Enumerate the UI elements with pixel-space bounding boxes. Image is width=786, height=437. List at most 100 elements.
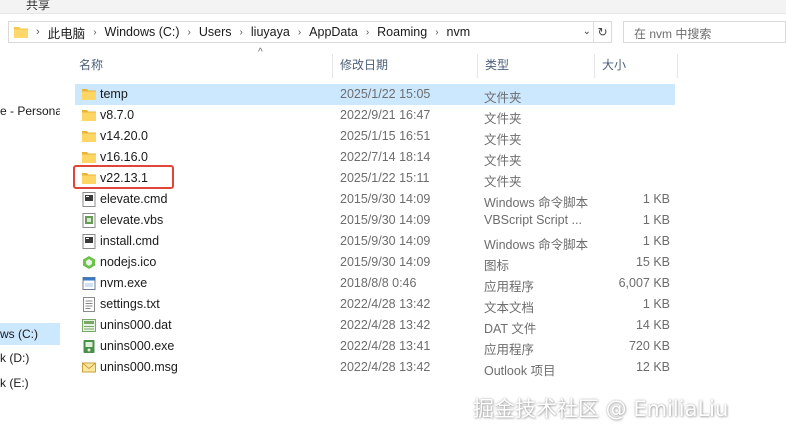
file-row[interactable]: v8.7.0 2022/9/21 16:47 文件夹 (75, 105, 675, 126)
file-size: 15 KB (635, 255, 670, 269)
file-date: 2025/1/15 16:51 (340, 129, 431, 143)
file-date: 2015/9/30 14:09 (340, 255, 431, 269)
file-size: 1 KB (642, 297, 670, 311)
column-headers: ^ 名称 修改日期 类型 大小 (60, 47, 786, 78)
file-date: 2015/9/30 14:09 (340, 213, 431, 227)
column-header-size[interactable]: 大小 (595, 52, 677, 78)
file-date: 2022/4/28 13:42 (340, 360, 431, 374)
nav-item-drive-e[interactable]: k (E:) (0, 372, 60, 394)
refresh-icon[interactable]: ↻ (593, 22, 611, 42)
file-type: 文件夹 (484, 91, 522, 105)
file-name: nvm.exe (100, 276, 148, 290)
file-date: 2022/7/14 18:14 (340, 150, 431, 164)
cmd-file-icon (82, 234, 96, 249)
file-size: 12 KB (635, 360, 670, 374)
breadcrumb-label: 此电脑 (47, 26, 86, 41)
file-name: elevate.cmd (100, 192, 168, 206)
file-date: 2022/4/28 13:42 (340, 318, 431, 332)
exe-file-icon (82, 276, 96, 291)
dat-file-icon (82, 318, 96, 333)
file-size: 1 KB (642, 192, 670, 206)
nav-item-personal[interactable]: e - Persona (0, 100, 60, 122)
file-type: 图标 (484, 259, 510, 273)
breadcrumb-label: AppData (309, 25, 358, 39)
file-date: 2015/9/30 14:09 (340, 234, 431, 248)
file-type: 文件夹 (484, 154, 522, 168)
file-row[interactable]: elevate.vbs 2015/9/30 14:09 VBScript Scrip… (75, 210, 675, 231)
file-row[interactable]: v14.20.0 2025/1/15 16:51 文件夹 (75, 126, 675, 147)
file-date: 2025/1/22 15:05 (340, 87, 431, 101)
file-size: 1 KB (642, 234, 670, 248)
file-type: 应用程序 (484, 280, 535, 294)
file-type: VBScript Script ... (484, 213, 582, 227)
file-row[interactable]: unins000.dat 2022/4/28 13:42 DAT 文件 14 KB (75, 315, 675, 336)
highlight-annotation (73, 165, 174, 189)
breadcrumb-label: Windows (C:) (104, 25, 180, 39)
watermark: 掘金技术社区 @ EmiliaLiu (473, 397, 729, 421)
search-input[interactable]: 在 nvm 中搜索 (623, 21, 786, 43)
text-file-icon (82, 297, 96, 312)
file-name: unins000.dat (100, 318, 172, 332)
breadcrumb-users[interactable]: Users › (191, 25, 243, 39)
file-row[interactable]: unins000.exe 2022/4/28 13:41 应用程序 720 KB (75, 336, 675, 357)
file-name: v14.20.0 (100, 129, 148, 143)
address-bar[interactable]: › 此电脑 › Windows (C:) › Users › liuyaya › App… (8, 21, 612, 43)
file-name: elevate.vbs (100, 213, 164, 227)
file-type: 文件夹 (484, 175, 522, 189)
file-name: unins000.exe (100, 339, 175, 353)
column-header-date[interactable]: 修改日期 (333, 52, 477, 78)
file-size: 14 KB (635, 318, 670, 332)
navigation-pane: e - Persona ws (C:) k (D:) k (E:) (0, 52, 60, 437)
breadcrumb-nvm[interactable]: nvm (439, 25, 479, 39)
breadcrumb-this-pc[interactable]: 此电脑 › (40, 23, 97, 42)
column-divider[interactable] (677, 54, 678, 78)
file-date: 2022/9/21 16:47 (340, 108, 431, 122)
file-name: v8.7.0 (100, 108, 135, 122)
chevron-down-icon[interactable]: ⌄ (583, 26, 591, 37)
file-name: v16.16.0 (100, 150, 148, 164)
file-row[interactable]: settings.txt 2022/4/28 13:42 文本文档 1 KB (75, 294, 675, 315)
ribbon-tab-share[interactable]: 共享 (26, 0, 50, 13)
breadcrumb-label: Users (198, 25, 232, 39)
file-row[interactable]: nodejs.ico 2015/9/30 14:09 图标 15 KB (75, 252, 675, 273)
file-row[interactable]: install.cmd 2015/9/30 14:09 Windows 命令脚本 1 … (75, 231, 675, 252)
nodejs-icon (82, 255, 96, 270)
file-row[interactable]: temp 2025/1/22 15:05 文件夹 (75, 84, 675, 105)
file-date: 2022/4/28 13:41 (340, 339, 431, 353)
file-type: DAT 文件 (484, 322, 537, 336)
file-type: Windows 命令脚本 (484, 238, 589, 252)
folder-icon (14, 26, 30, 38)
vbs-file-icon (82, 213, 96, 228)
cmd-file-icon (82, 192, 96, 207)
file-type: Windows 命令脚本 (484, 196, 589, 210)
breadcrumb-appdata[interactable]: AppData › (301, 25, 369, 39)
breadcrumb-roaming[interactable]: Roaming › (369, 25, 438, 39)
column-header-name[interactable]: 名称 (72, 52, 332, 78)
file-type: 文件夹 (484, 133, 522, 147)
file-size: 6,007 KB (618, 276, 670, 290)
file-date: 2015/9/30 14:09 (340, 192, 431, 206)
breadcrumb-label: nvm (446, 25, 471, 39)
mail-file-icon (82, 360, 96, 375)
file-date: 2025/1/22 15:11 (340, 171, 430, 185)
file-name: install.cmd (100, 234, 160, 248)
file-size: 720 KB (628, 339, 670, 353)
column-header-type[interactable]: 类型 (478, 52, 594, 78)
file-row[interactable]: unins000.msg 2022/4/28 13:42 Outlook 项目 12 … (75, 357, 675, 378)
installer-icon (82, 339, 96, 354)
file-row[interactable]: elevate.cmd 2015/9/30 14:09 Windows 命令脚本 1 … (75, 189, 675, 210)
file-row[interactable]: nvm.exe 2018/8/8 0:46 应用程序 6,007 KB (75, 273, 675, 294)
nav-item-drive-c[interactable]: ws (C:) (0, 323, 60, 345)
file-name: unins000.msg (100, 360, 178, 374)
file-name: nodejs.ico (100, 255, 157, 269)
nav-item-drive-d[interactable]: k (D:) (0, 347, 60, 369)
folder-icon (82, 87, 96, 102)
breadcrumb-user[interactable]: liuyaya › (243, 25, 301, 39)
breadcrumb-label: liuyaya (250, 25, 290, 39)
ribbon-strip: 共享 (0, 0, 786, 14)
folder-icon (82, 150, 96, 165)
file-type: 应用程序 (484, 343, 535, 357)
breadcrumb-drive-c[interactable]: Windows (C:) › (97, 25, 191, 39)
search-placeholder: 在 nvm 中搜索 (634, 27, 712, 41)
file-list: temp 2025/1/22 15:05 文件夹 v8.7.0 2022/9/21 16… (75, 84, 786, 378)
